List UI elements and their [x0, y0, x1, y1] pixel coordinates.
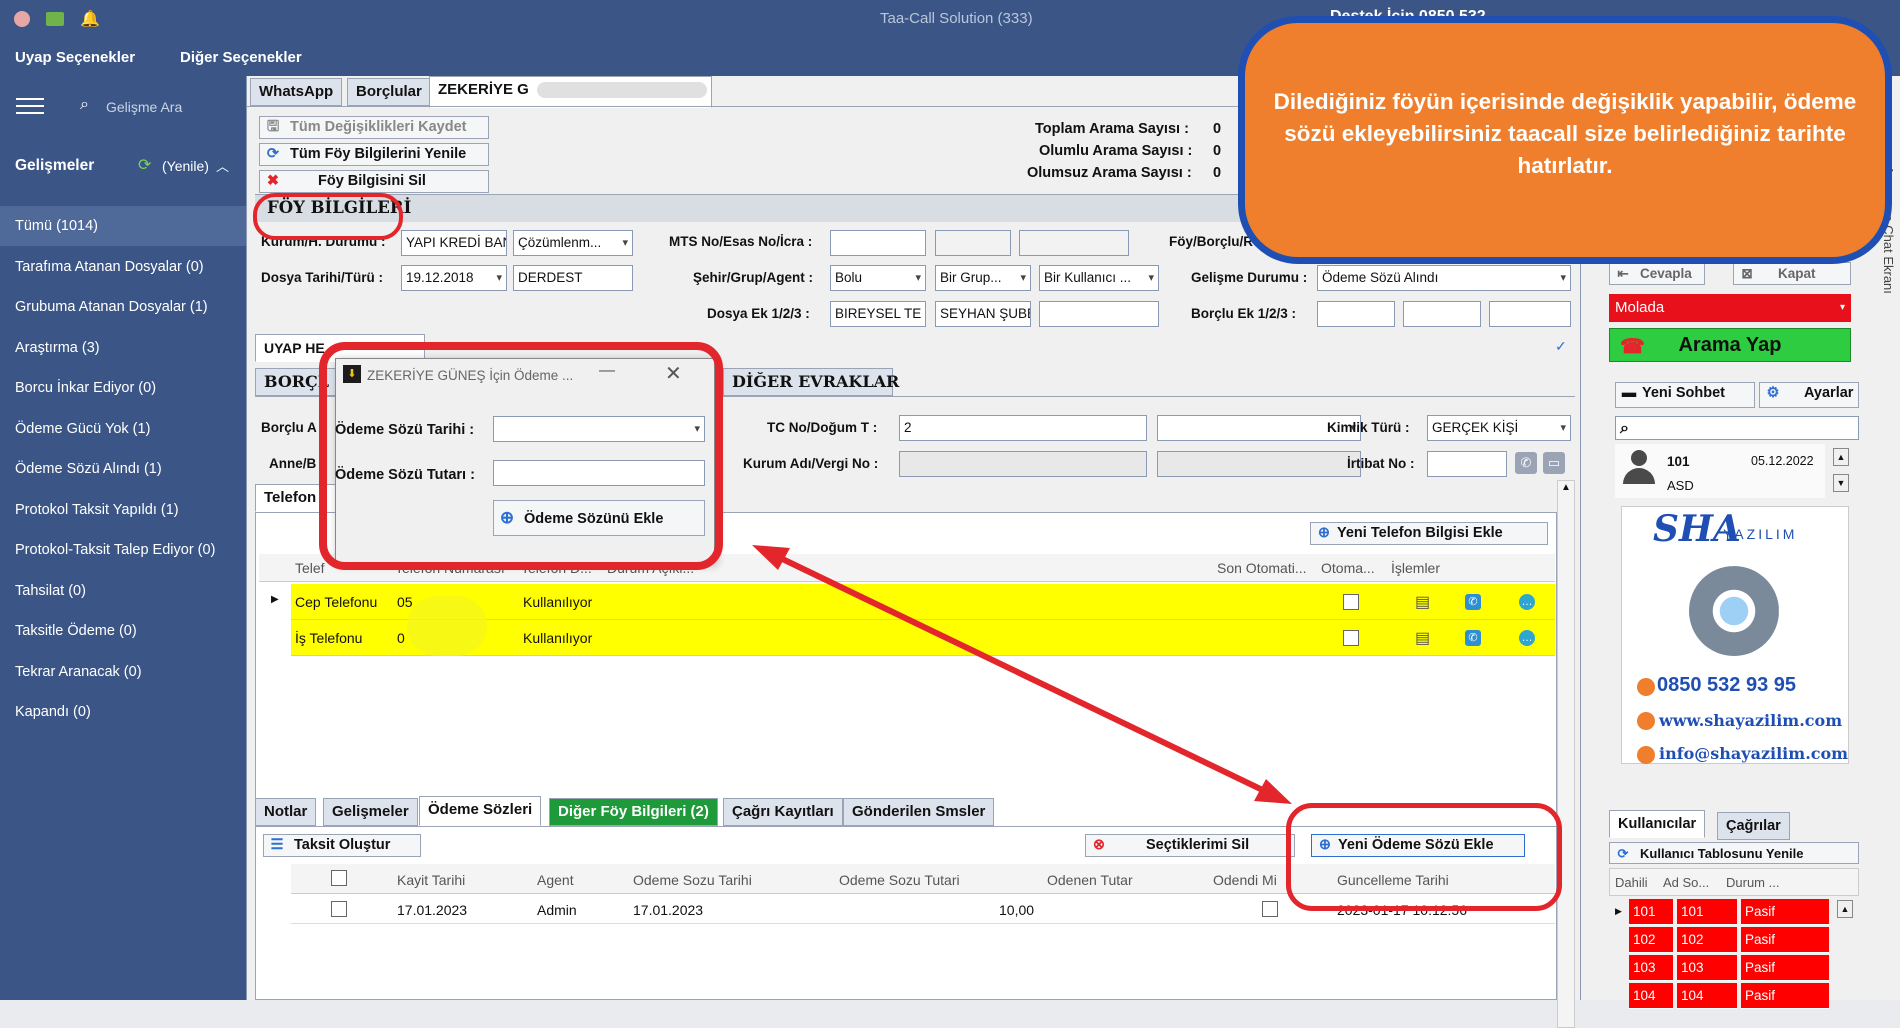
callout-text: Dilediğiniz föyün içerisinde değişiklik … [1273, 89, 1857, 178]
arrow-head-left [752, 545, 790, 570]
callout-bubble: Dilediğiniz föyün içerisinde değişiklik … [1238, 16, 1892, 264]
arrow-head-right [1254, 779, 1292, 804]
